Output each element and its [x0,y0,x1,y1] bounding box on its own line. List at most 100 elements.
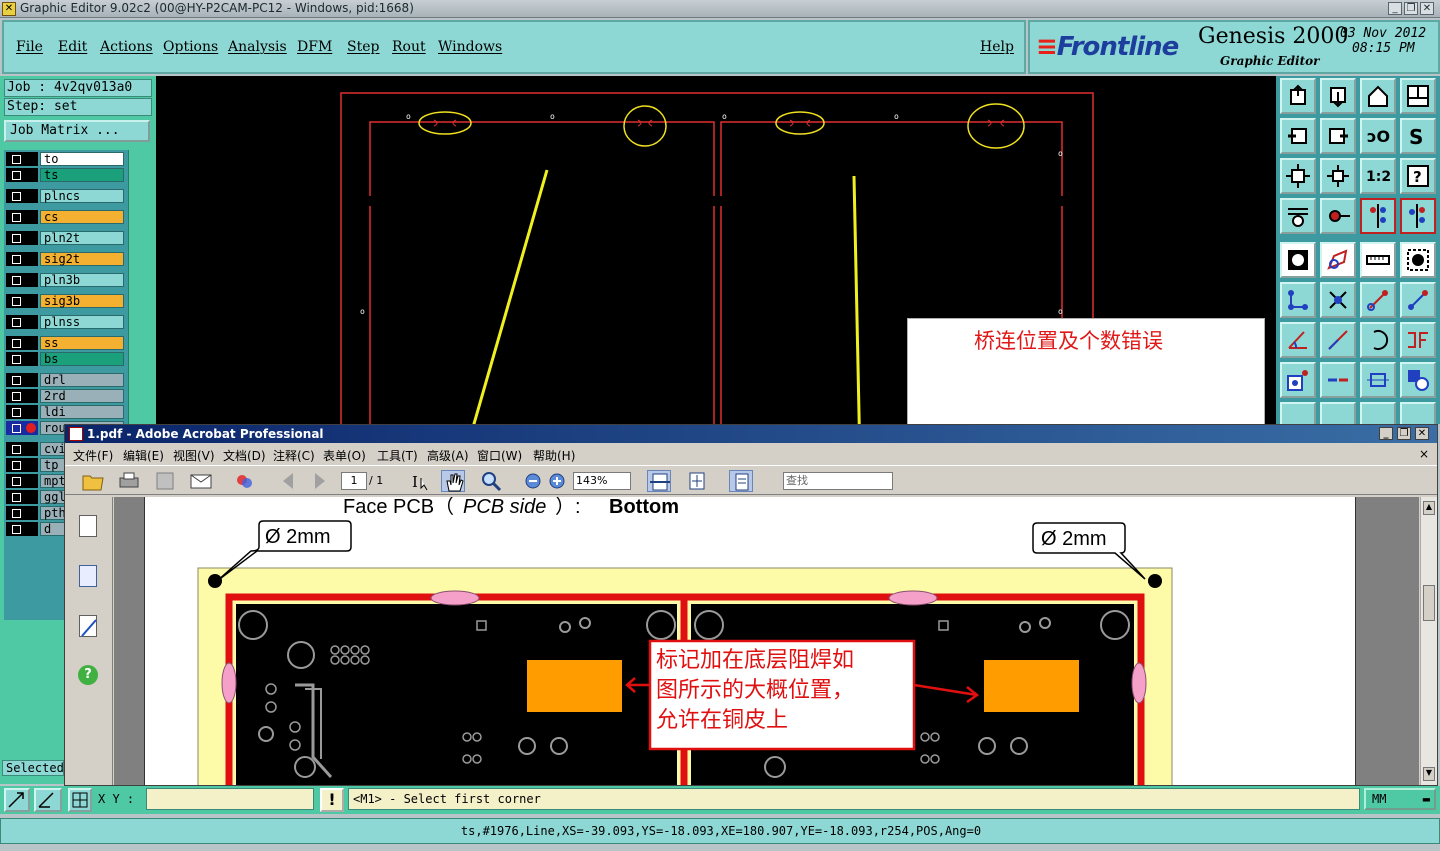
fit-width-icon[interactable] [647,470,671,492]
layer-row-pln2t[interactable]: pln2t [6,231,126,245]
acrobat-menu-comments[interactable]: 注释(C) [273,447,315,464]
layer-checkbox[interactable] [6,405,38,419]
layer-checkbox[interactable] [6,210,38,224]
layer-row-plnss[interactable]: plnss [6,315,126,329]
cross-pad-icon[interactable] [1320,282,1356,318]
zoom-tool-icon[interactable] [479,470,503,492]
layer-name[interactable]: to [40,152,124,166]
diagonal-line-icon[interactable] [1320,322,1356,358]
layer-name[interactable]: plnss [40,315,124,329]
signatures-panel-icon[interactable] [79,615,97,637]
layer-checkbox[interactable] [6,315,38,329]
save-step-icon[interactable] [1320,78,1356,114]
acrobat-minimize-button[interactable]: _ [1379,427,1393,440]
shapes-icon[interactable] [1400,362,1436,398]
alert-button[interactable]: ! [320,788,344,812]
help-panel-icon[interactable]: ? [78,665,98,685]
colors-icon[interactable] [233,470,257,492]
acrobat-restore-button[interactable]: ❐ [1397,427,1411,440]
ruler-icon[interactable] [1360,242,1396,278]
measure-icon[interactable] [1360,362,1396,398]
layer-name[interactable]: sig2t [40,252,124,266]
pad-icon[interactable] [1320,198,1356,234]
pan-right-icon[interactable] [1320,118,1356,154]
scroll-up-button[interactable]: ▲ [1423,501,1435,515]
acrobat-document-area[interactable]: Face PCB（ PCB side ）: Bottom Ø 2mm Ø 2mm… [114,497,1419,785]
acrobat-menu-tools[interactable]: 工具(T) [377,447,418,464]
zoom-in-button[interactable] [545,470,569,492]
menu-windows[interactable]: Windows [438,39,502,55]
hand-tool-icon[interactable] [441,470,465,492]
layer-name[interactable]: cs [40,210,124,224]
layer-name[interactable]: ldi [40,405,124,419]
polygon-tool-icon[interactable] [1320,242,1356,278]
angle-icon[interactable] [1280,322,1316,358]
close-button[interactable]: ✕ [1420,2,1434,15]
pad-select-icon[interactable] [1280,362,1316,398]
home-icon[interactable] [1360,78,1396,114]
pan-left-icon[interactable] [1280,118,1316,154]
layer-checkbox[interactable] [6,231,38,245]
layer-checkbox[interactable] [6,421,38,435]
zoom-out-button[interactable] [521,470,545,492]
acrobat-close-button[interactable]: ✕ [1415,427,1429,440]
open-step-icon[interactable] [1280,78,1316,114]
layer-name[interactable]: pln2t [40,231,124,245]
snap-icon[interactable] [34,788,62,812]
acrobat-vertical-scrollbar[interactable]: ▲ ▼ [1420,497,1437,785]
layer-checkbox[interactable] [6,294,38,308]
line-snap-icon[interactable] [1360,282,1396,318]
acrobat-menu-view[interactable]: 视图(V) [173,447,215,464]
menu-rout[interactable]: Rout [392,39,426,55]
pages-panel-icon[interactable] [79,515,97,537]
layer-checkbox[interactable] [6,273,38,287]
scroll-thumb[interactable] [1423,585,1435,621]
layer-row-plncs[interactable]: plncs [6,189,126,203]
layer-row-ts[interactable]: ts [6,168,126,182]
menu-analysis[interactable]: Analysis [228,39,287,55]
layer-row-2rd[interactable]: 2rd [6,389,126,403]
connect-icon[interactable] [1280,282,1316,318]
restore-button[interactable]: ❐ [1404,2,1418,15]
rotate-icon[interactable]: S [1400,118,1436,154]
prev-page-icon[interactable] [277,470,301,492]
menu-dfm[interactable]: DFM [297,39,332,55]
triangle-icon[interactable] [1280,402,1316,426]
query-icon[interactable]: ? [1400,158,1436,194]
triangle-red-2-icon[interactable] [1400,402,1436,426]
layer-checkbox[interactable] [6,506,38,520]
layer-checkbox[interactable] [6,168,38,182]
zoom-level-select[interactable]: 143% [573,472,631,490]
zoom-fit-icon[interactable] [1280,158,1316,194]
print-icon[interactable] [117,470,141,492]
layer-checkbox[interactable] [6,458,38,472]
menu-step[interactable]: Step [347,39,379,55]
line-snap-2-icon[interactable] [1400,282,1436,318]
layer-checkbox[interactable] [6,490,38,504]
align-icon[interactable] [1400,322,1436,358]
scale-1-2-icon[interactable]: 1:2 [1360,158,1396,194]
units-selector[interactable]: MM ▬ [1364,788,1436,810]
layer-checkbox[interactable] [6,152,38,166]
layer-name[interactable]: drl [40,373,124,387]
acrobat-menu-file[interactable]: 文件(F) [73,447,113,464]
layer-row-pln3b[interactable]: pln3b [6,273,126,287]
open-folder-icon[interactable] [81,470,105,492]
layer-row-bs[interactable]: bs [6,352,126,366]
layer-row-to[interactable]: to [6,152,126,166]
layer-name[interactable]: pln3b [40,273,124,287]
layer-checkbox[interactable] [6,442,38,456]
fit-page-icon[interactable] [685,470,709,492]
layer-name[interactable]: ts [40,168,124,182]
job-matrix-button[interactable]: Job Matrix ... [4,120,150,142]
email-icon[interactable] [189,470,213,492]
menu-file[interactable]: File [16,39,43,55]
window-split-icon[interactable] [1400,78,1436,114]
mirror-icon[interactable]: ↄO [1360,118,1396,154]
layer-row-ldi[interactable]: ldi [6,405,126,419]
layer-checkbox[interactable] [6,522,38,536]
menu-options[interactable]: Options [163,39,218,55]
find-input[interactable]: 查找 [783,472,893,490]
layer-name[interactable]: ss [40,336,124,350]
acrobat-menu-edit[interactable]: 编辑(E) [123,447,164,464]
